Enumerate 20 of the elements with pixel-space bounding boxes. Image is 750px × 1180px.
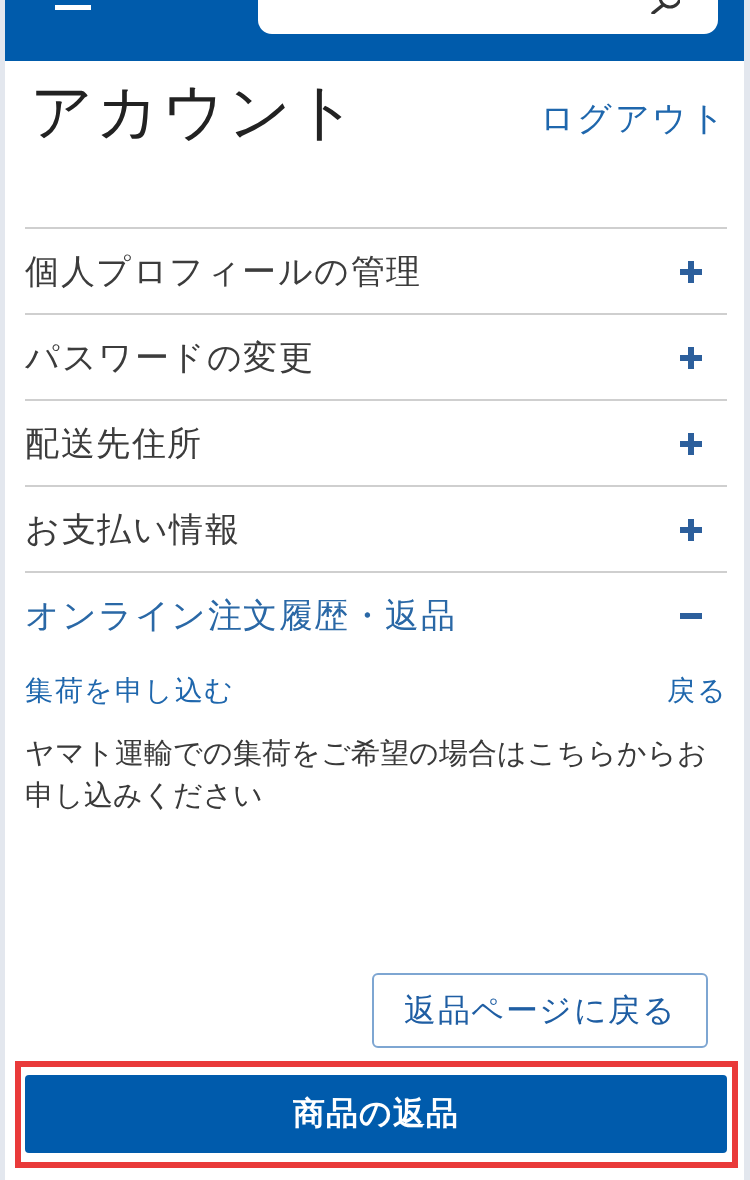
minus-icon bbox=[680, 613, 702, 619]
accordion-header[interactable]: 個人プロフィールの管理 bbox=[25, 227, 727, 313]
accordion-header[interactable]: パスワードの変更 bbox=[25, 313, 727, 399]
back-link[interactable]: 戻る bbox=[667, 672, 727, 710]
search-field[interactable] bbox=[258, 0, 718, 34]
accordion-header[interactable]: お支払い情報 bbox=[25, 485, 727, 571]
description-text: ヤマト運輸での集荷をご希望の場合はこちらからお申し込みください bbox=[25, 735, 708, 814]
back-to-returns-button[interactable]: 返品ページに戻る bbox=[372, 973, 708, 1048]
accordion-header[interactable]: 配送先住所 bbox=[25, 399, 727, 485]
page-title: アカウント bbox=[30, 75, 360, 149]
plus-icon bbox=[680, 347, 702, 369]
return-item-button[interactable]: 商品の返品 bbox=[25, 1075, 727, 1153]
accordion-header[interactable]: オンライン注文履歴・返品 bbox=[25, 571, 727, 657]
pickup-request-link[interactable]: 集荷を申し込む bbox=[25, 672, 235, 710]
logout-link[interactable]: ログアウト bbox=[539, 98, 727, 139]
plus-icon bbox=[680, 519, 702, 541]
plus-icon bbox=[680, 261, 702, 283]
menu-icon[interactable] bbox=[55, 5, 91, 10]
search-icon[interactable] bbox=[650, 0, 680, 14]
plus-icon bbox=[680, 433, 702, 455]
